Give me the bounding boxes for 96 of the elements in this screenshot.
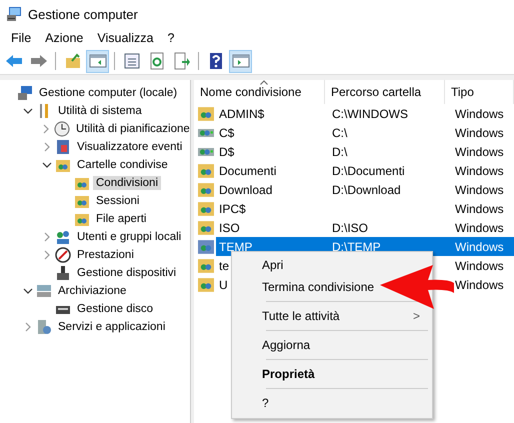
tree-item[interactable]: Prestazioni — [74, 248, 137, 262]
share-icon — [74, 175, 90, 191]
collapse-chevron-icon[interactable] — [42, 160, 52, 170]
menu-item[interactable]: Tutte le attività > — [234, 305, 430, 327]
table-cell: Windows — [455, 182, 504, 196]
export-icon — [172, 52, 190, 70]
share-icon — [74, 211, 90, 227]
column-header[interactable]: Nome condivisione — [194, 80, 325, 104]
table-cell: Windows — [455, 202, 504, 216]
table-cell: Windows — [455, 240, 504, 254]
table-cell: Windows — [455, 164, 504, 178]
device-icon — [55, 265, 71, 281]
shared-folder-icon — [198, 202, 214, 216]
forward-arrow-icon — [30, 52, 48, 70]
table-cell: Windows — [455, 106, 504, 120]
column-header[interactable]: Percorso cartella — [325, 80, 445, 104]
list-sheet-icon — [122, 52, 140, 70]
table-cell: TEMP — [219, 240, 252, 254]
menu-item[interactable]: Apri — [234, 254, 288, 276]
refresh-icon — [148, 52, 166, 70]
expand-chevron-icon[interactable] — [41, 124, 51, 134]
tree-item[interactable]: Cartelle condivise — [74, 158, 171, 172]
menu-item[interactable]: Azione — [38, 31, 90, 45]
tree-item[interactable]: Visualizzatore eventi — [74, 140, 186, 154]
menu-item[interactable]: Proprietà — [234, 363, 319, 385]
expand-chevron-icon[interactable] — [42, 250, 52, 260]
pane-toolbar-button[interactable] — [229, 50, 252, 72]
expand-chevron-icon[interactable] — [22, 322, 32, 332]
shared-folder-icon — [198, 106, 214, 120]
table-cell: Download — [219, 182, 272, 196]
tree-item[interactable]: Utenti e gruppi locali — [74, 230, 184, 244]
shared-drive-icon — [198, 148, 214, 156]
menu-item[interactable]: ? — [160, 31, 182, 45]
table-cell: C$ — [219, 126, 234, 140]
table-cell: D:\ISO — [332, 220, 368, 234]
table-cell: Documenti — [219, 164, 276, 178]
tree-item[interactable]: Servizi e applicazioni — [55, 320, 168, 334]
table-row[interactable]: D$ D:\ Windows — [216, 142, 514, 161]
menu-item[interactable]: ? — [234, 392, 273, 414]
menu-item[interactable]: File — [4, 31, 38, 45]
table-row[interactable]: ISO D:\ISO Windows — [216, 218, 514, 237]
table-cell: Windows — [455, 126, 504, 140]
shared-folder-icon — [198, 220, 214, 234]
computer-icon — [17, 85, 33, 101]
expand-chevron-icon[interactable] — [42, 232, 52, 242]
tree-item[interactable]: Utilità di pianificazione — [73, 122, 190, 136]
table-cell: IPC$ — [219, 202, 246, 216]
tree-item[interactable]: Archiviazione — [55, 284, 130, 298]
shared-folder-icon — [198, 182, 214, 196]
tree-item[interactable]: Gestione computer (locale) — [36, 86, 180, 100]
menu-item[interactable]: Aggiorna — [234, 334, 314, 356]
share-icon — [55, 157, 71, 173]
menu-item[interactable]: Visualizza — [90, 31, 160, 45]
table-row[interactable]: Documenti D:\Documenti Windows — [216, 161, 514, 180]
tree-item[interactable]: Utilità di sistema — [55, 104, 145, 118]
shared-folder-icon — [198, 258, 214, 272]
window-pane-icon — [232, 52, 250, 70]
tree-item[interactable]: Gestione dispositivi — [74, 266, 180, 280]
table-cell: D:\Download — [332, 182, 401, 196]
users-icon — [55, 229, 71, 245]
table-cell: ADMIN$ — [219, 106, 264, 120]
shared-drive-icon — [198, 128, 214, 136]
window-title: Gestione computer — [28, 6, 138, 22]
tree-item[interactable]: Gestione disco — [74, 302, 156, 316]
tree-item[interactable]: Condivisioni — [93, 176, 162, 190]
table-row[interactable]: ADMIN$ C:\WINDOWS Windows — [216, 104, 514, 123]
table-row[interactable]: IPC$ Windows — [216, 199, 514, 218]
shared-folder-icon — [198, 164, 214, 178]
menu-item[interactable]: Termina condivisione — [234, 276, 378, 298]
table-cell: C:\ — [332, 126, 348, 140]
clock-icon — [54, 121, 70, 137]
table-cell: D:\Documenti — [332, 164, 405, 178]
table-cell: D$ — [219, 144, 234, 158]
collapse-chevron-icon[interactable] — [22, 286, 32, 296]
table-cell: D:\TEMP — [332, 240, 381, 254]
shared-folder-icon — [198, 278, 214, 292]
table-cell: Windows — [455, 144, 504, 158]
table-cell: Windows — [455, 220, 504, 234]
expand-chevron-icon[interactable] — [42, 142, 52, 152]
folder-up-icon — [64, 52, 82, 70]
table-row[interactable]: C$ C:\ Windows — [216, 123, 514, 142]
window-pane-icon — [88, 52, 106, 70]
computer-icon — [6, 6, 22, 22]
column-header[interactable]: Tipo — [445, 80, 514, 104]
tree-item[interactable]: File aperti — [93, 212, 150, 226]
table-cell: D:\ — [332, 144, 348, 158]
collapse-chevron-icon[interactable] — [22, 106, 32, 116]
table-cell: ISO — [219, 220, 240, 234]
tree-toolbar-button[interactable] — [86, 50, 109, 72]
share-icon — [74, 193, 90, 209]
table-cell: C:\WINDOWS — [332, 106, 408, 120]
shared-folder-icon — [198, 240, 214, 254]
sort-caret-icon — [260, 80, 268, 85]
tree-item[interactable]: Sessioni — [93, 194, 142, 208]
back-arrow-icon — [4, 52, 22, 70]
table-row[interactable]: Download D:\Download Windows — [216, 180, 514, 199]
